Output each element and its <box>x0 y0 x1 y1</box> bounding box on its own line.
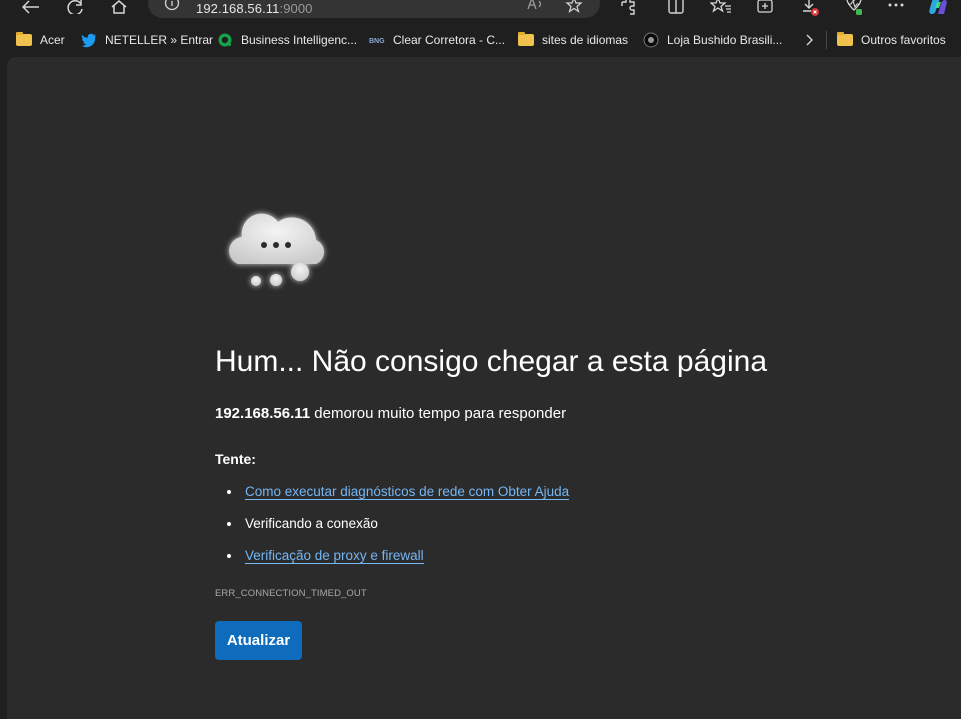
proxy-firewall-link[interactable]: Verificação de proxy e firewall <box>245 548 424 564</box>
error-host: 192.168.56.11 <box>215 405 311 422</box>
bookmarks-bar: Acer NETELLER » Entrar Business Intellig… <box>0 26 961 54</box>
bookmarks-divider <box>826 31 827 49</box>
thought-cloud-icon <box>229 213 324 286</box>
folder-icon <box>837 32 853 48</box>
bushido-icon <box>643 32 659 48</box>
collections-icon[interactable] <box>755 0 777 16</box>
bookmark-label: NETELLER » Entrar <box>105 33 214 47</box>
bookmarks-overflow-button[interactable] <box>804 32 814 48</box>
bookmark-loja-bushido[interactable]: Loja Bushido Brasili... <box>643 32 782 48</box>
bookmark-label: Loja Bushido Brasili... <box>667 33 783 47</box>
bookmark-clear-corretora[interactable]: BNG Clear Corretora - C... <box>369 32 505 48</box>
svg-text:BNG: BNG <box>369 38 385 45</box>
error-message: 192.168.56.11 demorou muito tempo para r… <box>215 404 566 424</box>
back-button[interactable] <box>19 0 43 16</box>
copilot-icon[interactable] <box>926 0 948 16</box>
home-icon <box>111 0 127 14</box>
info-icon[interactable] <box>164 0 180 14</box>
bookmark-neteller[interactable]: NETELLER » Entrar <box>81 32 213 48</box>
error-title: Hum... Não consigo chegar a esta página <box>215 345 767 378</box>
list-item: Como executar diagnósticos de rede com O… <box>215 482 570 514</box>
network-diagnostics-link[interactable]: Como executar diagnósticos de rede com O… <box>245 484 570 500</box>
favorites-icon[interactable] <box>710 0 732 16</box>
more-options-icon[interactable] <box>885 0 907 16</box>
suggestions-list: Como executar diagnósticos de rede com O… <box>215 482 570 578</box>
error-message-text: demorou muito tempo para responder <box>310 405 567 422</box>
reload-icon <box>67 0 83 14</box>
performance-heartbeat-icon[interactable] <box>843 0 865 16</box>
bookmark-outros-favoritos[interactable]: Outros favoritos <box>837 32 946 48</box>
reload-button[interactable] <box>63 0 87 16</box>
twitter-bird-icon <box>81 32 97 48</box>
back-arrow-icon <box>22 0 39 14</box>
list-item: Verificação de proxy e firewall <box>215 546 569 578</box>
bookmark-label: Clear Corretora - C... <box>393 33 506 47</box>
error-code: ERR_CONNECTION_TIMED_OUT <box>215 588 367 599</box>
folder-icon <box>518 32 534 48</box>
extensions-icon[interactable] <box>617 0 639 16</box>
home-button[interactable] <box>107 0 131 16</box>
bookmark-business-intelligence[interactable]: Business Intelligenc... <box>217 32 357 48</box>
browser-toolbar: 192.168.56.11:9000 <box>0 0 961 20</box>
list-item: Verificando a conexão <box>215 514 569 546</box>
refresh-button[interactable]: Atualizar <box>215 621 302 660</box>
qlik-icon <box>217 32 233 48</box>
url-host: 192.168.56.11 <box>196 1 280 16</box>
bookmark-acer[interactable]: Acer <box>16 32 65 48</box>
check-connection-text: Verificando a conexão <box>245 516 378 531</box>
chevron-right-icon <box>806 34 813 46</box>
url-text[interactable]: 192.168.56.11:9000 <box>196 1 313 16</box>
favorite-star-icon[interactable] <box>565 0 583 14</box>
url-port: :9000 <box>279 1 313 16</box>
address-bar[interactable]: 192.168.56.11:9000 <box>148 0 600 18</box>
downloads-icon[interactable] <box>799 0 821 16</box>
bookmark-label: sites de idiomas <box>542 33 629 47</box>
page-content <box>7 57 961 719</box>
split-screen-icon[interactable] <box>665 0 687 16</box>
bookmark-sites-de-idiomas[interactable]: sites de idiomas <box>518 32 628 48</box>
bng-icon: BNG <box>369 32 385 48</box>
try-label: Tente: <box>215 451 256 467</box>
bookmark-label: Acer <box>40 33 65 47</box>
read-aloud-icon[interactable] <box>526 0 546 14</box>
bookmark-label: Outros favoritos <box>861 33 946 47</box>
bookmark-label: Business Intelligenc... <box>241 33 358 47</box>
folder-icon <box>16 32 32 48</box>
